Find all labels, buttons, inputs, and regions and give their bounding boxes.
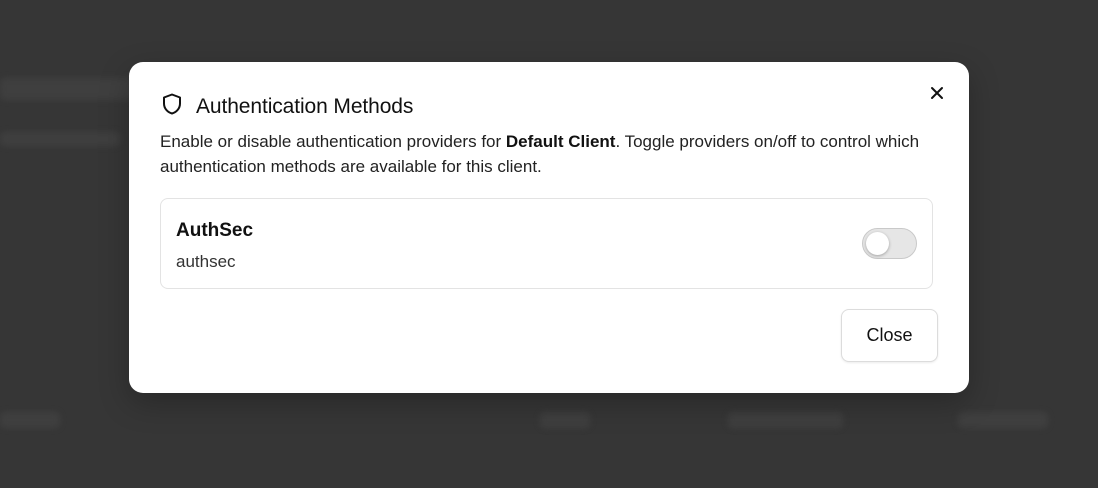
provider-toggle[interactable]	[862, 228, 917, 259]
shield-icon	[160, 92, 184, 121]
provider-name: AuthSec	[176, 220, 254, 241]
toggle-knob	[866, 232, 889, 255]
provider-id: authsec	[176, 252, 236, 271]
close-button[interactable]: Close	[841, 309, 938, 362]
dialog-title: Authentication Methods	[196, 94, 414, 118]
close-icon[interactable]	[924, 80, 950, 106]
authentication-methods-dialog: Authentication Methods Enable or disable…	[129, 62, 969, 393]
client-name: Default Client	[505, 132, 616, 151]
description-prefix: Enable or disable authentication provide…	[160, 132, 506, 151]
provider-card: AuthSec authsec	[160, 198, 933, 289]
dialog-description: Enable or disable authentication provide…	[160, 129, 950, 179]
dialog-header: Authentication Methods	[160, 92, 413, 121]
